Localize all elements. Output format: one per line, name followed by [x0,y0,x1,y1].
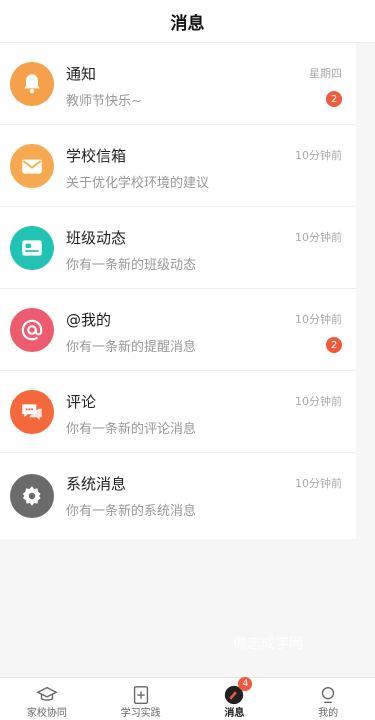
graduation-cap-icon [36,686,58,701]
message-title: @我的 [66,311,112,329]
tab-label: 家校协同 [26,708,67,719]
tab-label: 我的 [318,708,339,719]
message-subtitle: 你有一条新的班级动态 [66,258,197,273]
message-subtitle: 你有一条新的系统消息 [66,504,197,519]
watermark: 微志成学网 [233,636,303,652]
header: 消息 [0,0,375,43]
tab-practice[interactable]: 学习实践 [94,678,188,720]
tab-label: 消息 [224,708,245,719]
unread-badge: 2 [326,337,342,353]
tab-messages[interactable]: 4 消息 [188,677,282,720]
message-item-mentions[interactable]: @我的 你有一条新的提醒消息 10分钟前 2 [0,289,356,371]
tab-badge: 4 [238,677,253,691]
message-item-comments[interactable]: 评论 你有一条新的评论消息 10分钟前 [0,371,356,453]
unread-badge: 2 [326,91,342,107]
bottom-tab-bar: 家校协同 学习实践 4 消息 我的 [0,677,375,720]
message-subtitle: 教师节快乐~ [66,94,142,109]
tab-label: 学习实践 [120,708,161,719]
message-time: 10分钟前 [295,395,342,408]
message-item-system[interactable]: 系统消息 你有一条新的系统消息 10分钟前 [0,453,356,539]
tab-profile[interactable]: 我的 [281,678,375,720]
message-title: 评论 [66,393,97,411]
message-time: 10分钟前 [295,149,342,162]
user-icon [321,686,335,704]
gear-icon [10,474,54,518]
comment-icon [10,389,54,434]
message-subtitle: 你有一条新的评论消息 [66,422,197,437]
message-time: 星期四 [309,67,342,80]
tab-home-school[interactable]: 家校协同 [0,678,94,720]
at-icon [10,307,54,352]
message-time: 10分钟前 [295,313,342,326]
bell-icon [10,61,54,106]
id-card-icon [10,225,54,270]
mail-icon [10,143,54,188]
message-item-notice[interactable]: 通知 教师节快乐~ 星期四 2 [0,43,356,125]
message-subtitle: 关于优化学校环境的建议 [66,176,210,191]
message-subtitle: 你有一条新的提醒消息 [66,340,197,355]
message-title: 系统消息 [66,475,127,493]
add-note-icon [133,686,148,704]
message-item-class-news[interactable]: 班级动态 你有一条新的班级动态 10分钟前 [0,207,356,289]
message-list: 通知 教师节快乐~ 星期四 2 学校信箱 关于优化学校环境的建议 10分钟前 班… [0,43,356,539]
message-title: 学校信箱 [66,147,127,165]
message-time: 10分钟前 [295,231,342,244]
page-title: 消息 [170,13,205,34]
message-time: 10分钟前 [295,477,342,490]
message-item-mailbox[interactable]: 学校信箱 关于优化学校环境的建议 10分钟前 [0,125,356,207]
message-title: 通知 [66,65,97,83]
message-title: 班级动态 [66,229,127,247]
